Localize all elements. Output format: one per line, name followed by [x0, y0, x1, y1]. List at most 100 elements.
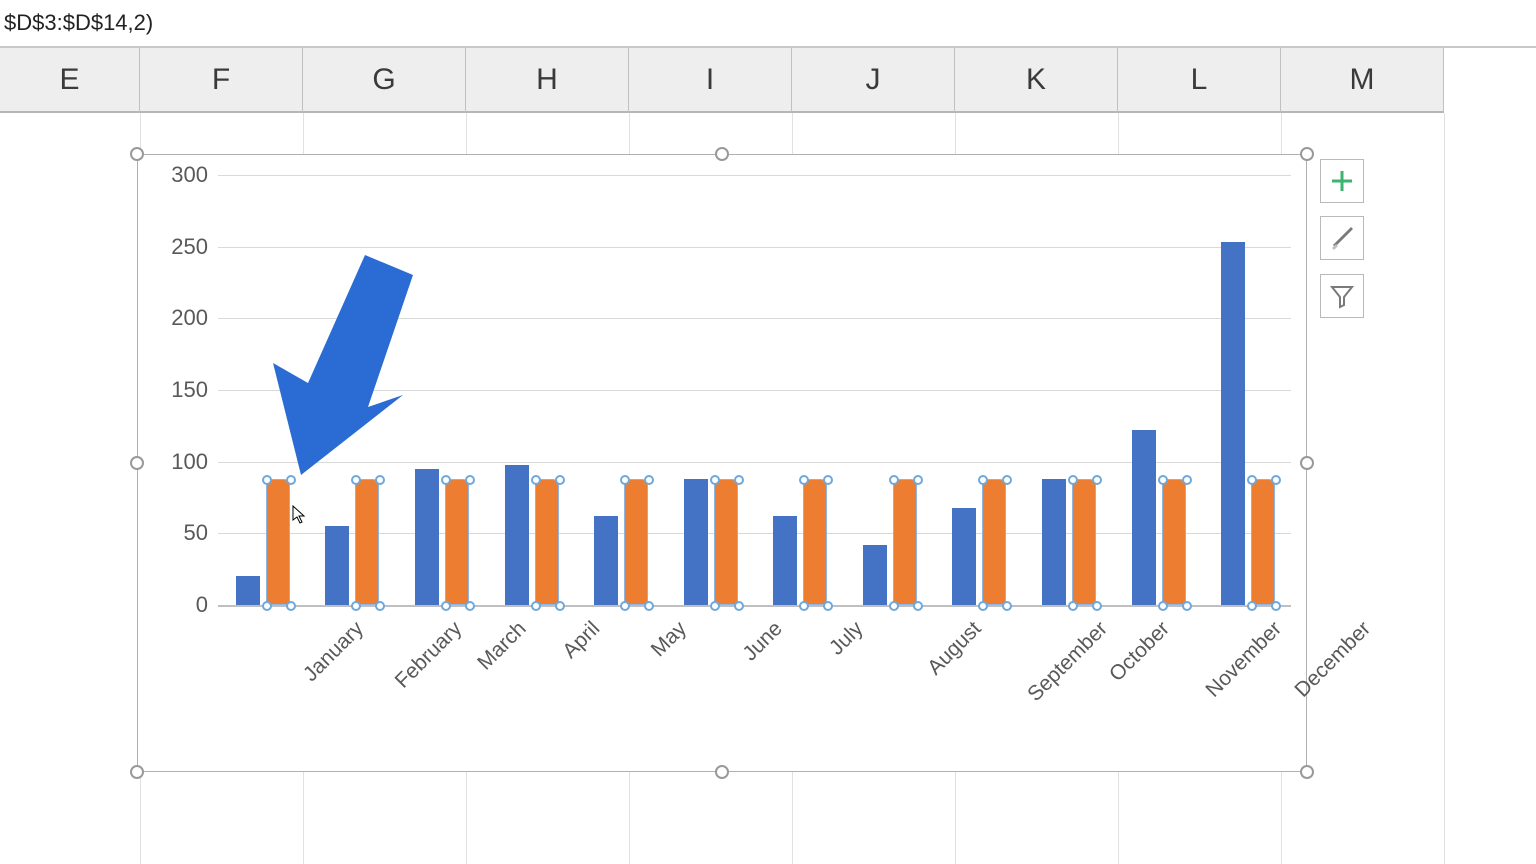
- bar-series2[interactable]: [535, 479, 559, 605]
- bar-series1[interactable]: [952, 508, 976, 605]
- data-point-handle[interactable]: [1271, 475, 1281, 485]
- data-point-handle[interactable]: [351, 601, 361, 611]
- bar-series1[interactable]: [236, 576, 260, 605]
- data-point-handle[interactable]: [531, 601, 541, 611]
- chart-selection-handle[interactable]: [715, 147, 729, 161]
- data-point-handle[interactable]: [1068, 601, 1078, 611]
- bar-series2[interactable]: [803, 479, 827, 605]
- bar-series2[interactable]: [982, 479, 1006, 605]
- data-point-handle[interactable]: [555, 475, 565, 485]
- column-header-H[interactable]: H: [466, 48, 629, 113]
- data-point-handle[interactable]: [644, 601, 654, 611]
- bar-series1[interactable]: [415, 469, 439, 605]
- y-tick-label: 300: [138, 162, 208, 188]
- data-point-handle[interactable]: [531, 475, 541, 485]
- gridline: [218, 390, 1291, 391]
- chart-selection-handle[interactable]: [1300, 765, 1314, 779]
- bar-series2[interactable]: [266, 479, 290, 605]
- bar-series1[interactable]: [684, 479, 708, 605]
- bar-series1[interactable]: [594, 516, 618, 605]
- bar-series1[interactable]: [325, 526, 349, 605]
- data-point-handle[interactable]: [351, 475, 361, 485]
- formula-bar[interactable]: $D$3:$D$14,2): [0, 0, 1536, 48]
- data-point-handle[interactable]: [823, 475, 833, 485]
- chart-selection-handle[interactable]: [715, 765, 729, 779]
- data-point-handle[interactable]: [465, 601, 475, 611]
- data-point-handle[interactable]: [978, 475, 988, 485]
- bar-series1[interactable]: [863, 545, 887, 605]
- data-point-handle[interactable]: [620, 475, 630, 485]
- data-point-handle[interactable]: [710, 475, 720, 485]
- data-point-handle[interactable]: [286, 601, 296, 611]
- column-header-J[interactable]: J: [792, 48, 955, 113]
- chart-selection-handle[interactable]: [130, 147, 144, 161]
- column-header-row: EFGHIJKLM: [0, 48, 1536, 113]
- chart-filters-button[interactable]: [1320, 274, 1364, 318]
- data-point-handle[interactable]: [1247, 601, 1257, 611]
- data-point-handle[interactable]: [555, 601, 565, 611]
- column-header-L[interactable]: L: [1118, 48, 1281, 113]
- data-point-handle[interactable]: [1247, 475, 1257, 485]
- data-point-handle[interactable]: [710, 601, 720, 611]
- data-point-handle[interactable]: [734, 601, 744, 611]
- chart-selection-handle[interactable]: [1300, 456, 1314, 470]
- data-point-handle[interactable]: [375, 601, 385, 611]
- data-point-handle[interactable]: [1182, 601, 1192, 611]
- bar-series2[interactable]: [893, 479, 917, 605]
- bar-series2[interactable]: [1251, 479, 1275, 605]
- data-point-handle[interactable]: [262, 475, 272, 485]
- chart-selection-handle[interactable]: [130, 765, 144, 779]
- bar-series2[interactable]: [1072, 479, 1096, 605]
- data-point-handle[interactable]: [1158, 601, 1168, 611]
- chart-elements-button[interactable]: [1320, 159, 1364, 203]
- bar-series1[interactable]: [505, 465, 529, 605]
- data-point-handle[interactable]: [465, 475, 475, 485]
- data-point-handle[interactable]: [1271, 601, 1281, 611]
- data-point-handle[interactable]: [913, 601, 923, 611]
- bar-series1[interactable]: [1042, 479, 1066, 605]
- column-header-F[interactable]: F: [140, 48, 303, 113]
- data-point-handle[interactable]: [1002, 601, 1012, 611]
- data-point-handle[interactable]: [799, 601, 809, 611]
- y-tick-label: 150: [138, 377, 208, 403]
- bar-series1[interactable]: [773, 516, 797, 605]
- chart-object[interactable]: 050100150200250300 JanuaryFebruaryMarchA…: [137, 154, 1307, 772]
- chart-selection-handle[interactable]: [130, 456, 144, 470]
- data-point-handle[interactable]: [441, 475, 451, 485]
- data-point-handle[interactable]: [620, 601, 630, 611]
- bar-series2[interactable]: [624, 479, 648, 605]
- data-point-handle[interactable]: [734, 475, 744, 485]
- data-point-handle[interactable]: [1068, 475, 1078, 485]
- data-point-handle[interactable]: [799, 475, 809, 485]
- data-point-handle[interactable]: [913, 475, 923, 485]
- bar-series2[interactable]: [445, 479, 469, 605]
- data-point-handle[interactable]: [375, 475, 385, 485]
- bar-series2[interactable]: [1162, 479, 1186, 605]
- data-point-handle[interactable]: [1182, 475, 1192, 485]
- data-point-handle[interactable]: [889, 601, 899, 611]
- data-point-handle[interactable]: [644, 475, 654, 485]
- data-point-handle[interactable]: [286, 475, 296, 485]
- column-header-K[interactable]: K: [955, 48, 1118, 113]
- column-header-I[interactable]: I: [629, 48, 792, 113]
- chart-styles-button[interactable]: [1320, 216, 1364, 260]
- bar-series1[interactable]: [1221, 242, 1245, 605]
- data-point-handle[interactable]: [441, 601, 451, 611]
- data-point-handle[interactable]: [1092, 601, 1102, 611]
- data-point-handle[interactable]: [978, 601, 988, 611]
- data-point-handle[interactable]: [1158, 475, 1168, 485]
- bar-series2[interactable]: [355, 479, 379, 605]
- data-point-handle[interactable]: [823, 601, 833, 611]
- column-header-G[interactable]: G: [303, 48, 466, 113]
- data-point-handle[interactable]: [889, 475, 899, 485]
- data-point-handle[interactable]: [1092, 475, 1102, 485]
- column-header-M[interactable]: M: [1281, 48, 1444, 113]
- plus-icon: [1329, 168, 1355, 194]
- data-point-handle[interactable]: [262, 601, 272, 611]
- chart-selection-handle[interactable]: [1300, 147, 1314, 161]
- bar-series2[interactable]: [714, 479, 738, 605]
- column-header-E[interactable]: E: [0, 48, 140, 113]
- bar-series1[interactable]: [1132, 430, 1156, 605]
- plot-area[interactable]: 050100150200250300: [218, 175, 1291, 605]
- data-point-handle[interactable]: [1002, 475, 1012, 485]
